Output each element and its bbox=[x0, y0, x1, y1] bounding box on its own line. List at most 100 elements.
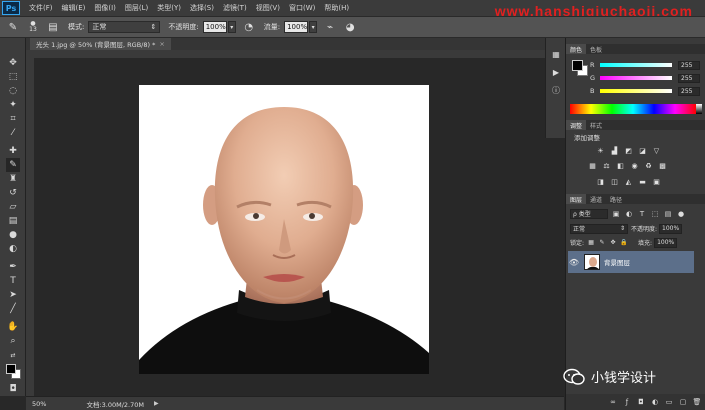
tab-color[interactable]: 颜色 bbox=[566, 44, 587, 54]
menu-layer[interactable]: 图层(L) bbox=[125, 3, 148, 13]
tab-swatches[interactable]: 色板 bbox=[586, 44, 606, 54]
menu-select[interactable]: 选择(S) bbox=[190, 3, 214, 13]
menu-help[interactable]: 帮助(H) bbox=[324, 3, 349, 13]
ruler-horizontal[interactable] bbox=[26, 50, 564, 58]
new-layer-icon[interactable]: ▢ bbox=[678, 397, 688, 407]
clone-stamp-tool-icon[interactable]: ♜ bbox=[6, 172, 20, 186]
grayscale-ramp[interactable] bbox=[696, 104, 702, 114]
quick-select-tool-icon[interactable]: ✦ bbox=[6, 98, 20, 112]
layer-name[interactable]: 背景图层 bbox=[604, 257, 630, 267]
path-selection-tool-icon[interactable]: ➤ bbox=[6, 288, 20, 302]
lock-position-icon[interactable]: ✥ bbox=[609, 239, 617, 247]
filter-toggle-icon[interactable]: ● bbox=[676, 209, 686, 219]
opacity-input[interactable]: 100% bbox=[202, 21, 227, 33]
layer-style-icon[interactable]: ƒ bbox=[622, 397, 632, 407]
airbrush-icon[interactable]: ⌁ bbox=[323, 20, 337, 34]
shape-filter-icon[interactable]: ⬚ bbox=[650, 209, 660, 219]
lock-transparency-icon[interactable]: ▦ bbox=[587, 239, 595, 247]
blend-mode-select[interactable]: 正常 ⇕ bbox=[570, 223, 628, 234]
vibrance-adjust-icon[interactable]: ▽ bbox=[652, 146, 661, 155]
color-spectrum-ramp[interactable] bbox=[570, 104, 696, 114]
tab-channels[interactable]: 通道 bbox=[586, 194, 606, 204]
healing-brush-tool-icon[interactable]: ✚ bbox=[6, 144, 20, 158]
foreground-color-swatch[interactable] bbox=[6, 364, 16, 374]
flow-dropdown-icon[interactable]: ▾ bbox=[309, 21, 318, 33]
brush-tool-icon[interactable]: ✎ bbox=[6, 20, 20, 34]
curves-adjust-icon[interactable]: ◩ bbox=[624, 146, 633, 155]
eyedropper-tool-icon[interactable]: ⁄ bbox=[6, 126, 20, 140]
info-panel-icon[interactable]: ⓘ bbox=[550, 84, 562, 96]
ruler-vertical[interactable] bbox=[26, 50, 34, 396]
close-icon[interactable]: × bbox=[159, 40, 164, 48]
mode-select[interactable]: 正常 ⇕ bbox=[88, 21, 161, 33]
gradient-map-adjust-icon[interactable]: ▬ bbox=[638, 177, 647, 186]
brush-preset-picker[interactable]: ● 13 bbox=[26, 20, 40, 34]
dodge-tool-icon[interactable]: ◐ bbox=[6, 242, 20, 256]
type-filter-icon[interactable]: T bbox=[637, 209, 647, 219]
lock-all-icon[interactable]: 🔒 bbox=[620, 239, 628, 247]
adjustment-filter-icon[interactable]: ◐ bbox=[624, 209, 634, 219]
link-layers-icon[interactable]: ∞ bbox=[608, 397, 618, 407]
flow-input[interactable]: 100% bbox=[284, 21, 309, 33]
lock-pixels-icon[interactable]: ✎ bbox=[598, 239, 606, 247]
green-value[interactable]: 255 bbox=[678, 73, 700, 83]
red-slider[interactable] bbox=[600, 63, 672, 67]
layer-opacity-input[interactable]: 100% bbox=[659, 223, 683, 234]
delete-layer-icon[interactable]: 🗑 bbox=[692, 397, 702, 407]
menu-image[interactable]: 图像(I) bbox=[94, 3, 116, 13]
new-group-icon[interactable]: ▭ bbox=[664, 397, 674, 407]
eye-icon[interactable]: 👁 bbox=[568, 258, 580, 267]
pixel-filter-icon[interactable]: ▣ bbox=[611, 209, 621, 219]
tab-adjustments[interactable]: 调整 bbox=[566, 120, 587, 130]
pressure-opacity-icon[interactable]: ◔ bbox=[242, 20, 256, 34]
red-value[interactable]: 255 bbox=[678, 60, 700, 70]
new-adjustment-layer-icon[interactable]: ◐ bbox=[650, 397, 660, 407]
invert-adjust-icon[interactable]: ◨ bbox=[596, 177, 605, 186]
exposure-adjust-icon[interactable]: ◪ bbox=[638, 146, 647, 155]
blue-value[interactable]: 255 bbox=[678, 86, 700, 96]
pressure-size-icon[interactable]: ◕ bbox=[343, 20, 357, 34]
zoom-level[interactable]: 50% bbox=[32, 400, 46, 408]
hue-saturation-adjust-icon[interactable]: ▦ bbox=[588, 161, 597, 170]
black-white-adjust-icon[interactable]: ◧ bbox=[616, 161, 625, 170]
smart-object-filter-icon[interactable]: ▤ bbox=[663, 209, 673, 219]
posterize-adjust-icon[interactable]: ◫ bbox=[610, 177, 619, 186]
status-menu-icon[interactable]: ▶ bbox=[154, 400, 159, 407]
layer-row[interactable]: 👁 背景图层 bbox=[568, 251, 694, 273]
channel-mixer-adjust-icon[interactable]: ♻ bbox=[644, 161, 653, 170]
marquee-tool-icon[interactable]: ⬚ bbox=[6, 70, 20, 84]
pen-tool-icon[interactable]: ✒ bbox=[6, 260, 20, 274]
layer-filter-select[interactable]: ρ 类型 bbox=[570, 208, 608, 219]
blue-slider[interactable] bbox=[600, 89, 672, 93]
green-slider[interactable] bbox=[600, 76, 672, 80]
zoom-tool-icon[interactable]: ⌕ bbox=[6, 334, 20, 348]
fill-input[interactable]: 100% bbox=[654, 237, 678, 248]
menu-file[interactable]: 文件(F) bbox=[29, 3, 53, 13]
photo-filter-adjust-icon[interactable]: ◉ bbox=[630, 161, 639, 170]
history-brush-tool-icon[interactable]: ↺ bbox=[6, 186, 20, 200]
tab-paths[interactable]: 路径 bbox=[606, 194, 626, 204]
lasso-tool-icon[interactable]: ◌ bbox=[6, 84, 20, 98]
add-mask-icon[interactable]: ◘ bbox=[636, 397, 646, 407]
swap-colors-icon[interactable]: ⇄ bbox=[6, 348, 20, 362]
opacity-dropdown-icon[interactable]: ▾ bbox=[227, 21, 236, 33]
quick-mask-icon[interactable]: ◘ bbox=[6, 382, 20, 396]
color-balance-adjust-icon[interactable]: ⚖ bbox=[602, 161, 611, 170]
actions-panel-icon[interactable]: ▶ bbox=[550, 66, 562, 78]
menu-filter[interactable]: 滤镜(T) bbox=[223, 3, 247, 13]
shape-tool-icon[interactable]: ╱ bbox=[6, 302, 20, 316]
levels-adjust-icon[interactable]: ▟ bbox=[610, 146, 619, 155]
threshold-adjust-icon[interactable]: ◭ bbox=[624, 177, 633, 186]
tab-styles[interactable]: 样式 bbox=[586, 120, 606, 130]
eraser-tool-icon[interactable]: ▱ bbox=[6, 200, 20, 214]
gradient-tool-icon[interactable]: ▤ bbox=[6, 214, 20, 228]
selective-color-adjust-icon[interactable]: ▣ bbox=[652, 177, 661, 186]
menu-type[interactable]: 类型(Y) bbox=[157, 3, 181, 13]
crop-tool-icon[interactable]: ⌗ bbox=[6, 112, 20, 126]
history-panel-icon[interactable]: ▦ bbox=[550, 48, 562, 60]
move-tool-icon[interactable]: ✥ bbox=[6, 56, 20, 70]
blur-tool-icon[interactable]: ● bbox=[6, 228, 20, 242]
document-tab[interactable]: 光头 1.jpg @ 50% (背景图层, RGB/8) * × bbox=[30, 38, 171, 50]
color-panel-foreground-swatch[interactable] bbox=[572, 60, 583, 71]
type-tool-icon[interactable]: T bbox=[6, 274, 20, 288]
